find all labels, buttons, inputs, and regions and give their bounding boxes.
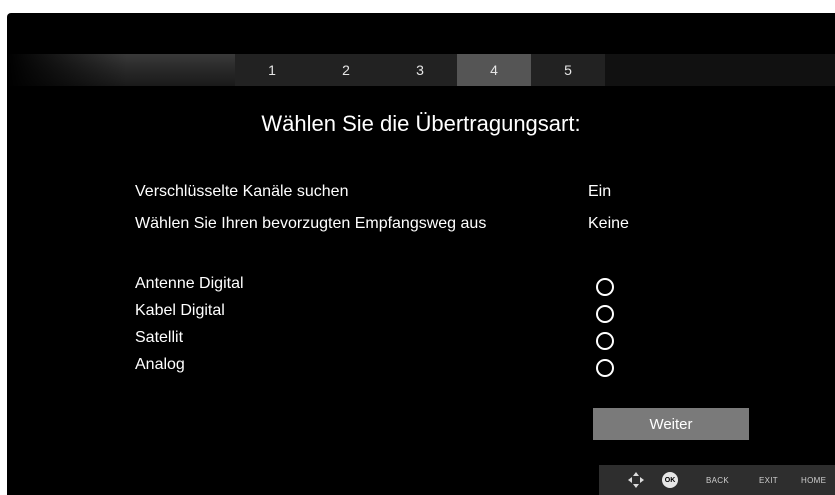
step-4-active: 4	[457, 54, 531, 86]
option-antenne-digital-label[interactable]: Antenne Digital	[135, 275, 244, 293]
step-3: 3	[383, 54, 457, 86]
step-bar-remainder	[605, 54, 835, 86]
setting-encrypted-channels-value[interactable]: Ein	[588, 183, 611, 201]
option-kabel-digital-label[interactable]: Kabel Digital	[135, 302, 225, 320]
option-satellit-label[interactable]: Satellit	[135, 329, 183, 347]
back-hint: BACK	[706, 476, 729, 485]
option-analog-label[interactable]: Analog	[135, 356, 185, 374]
option-antenne-digital-radio[interactable]	[596, 278, 614, 296]
step-1: 1	[235, 54, 309, 86]
step-indicator: 1 2 3 4 5	[7, 54, 835, 86]
remote-hint-bar: OK BACK EXIT HOME	[599, 465, 835, 495]
step-5: 5	[531, 54, 605, 86]
setting-encrypted-channels-label[interactable]: Verschlüsselte Kanäle suchen	[135, 183, 348, 201]
next-button[interactable]: Weiter	[593, 408, 749, 440]
option-satellit-radio[interactable]	[596, 332, 614, 350]
option-analog-radio[interactable]	[596, 359, 614, 377]
dpad-icon	[628, 472, 644, 488]
tv-screen: 1 2 3 4 5 Wählen Sie die Übertragungsart…	[7, 13, 835, 495]
page-title: Wählen Sie die Übertragungsart:	[261, 111, 581, 136]
ok-button-icon: OK	[662, 472, 678, 488]
home-hint: HOME	[801, 476, 827, 485]
setting-preferred-reception-value[interactable]: Keine	[588, 215, 629, 233]
setting-preferred-reception-label[interactable]: Wählen Sie Ihren bevorzugten Empfangsweg…	[135, 215, 486, 233]
exit-hint: EXIT	[759, 476, 778, 485]
step-bar-fade	[7, 54, 127, 86]
option-kabel-digital-radio[interactable]	[596, 305, 614, 323]
step-2: 2	[309, 54, 383, 86]
